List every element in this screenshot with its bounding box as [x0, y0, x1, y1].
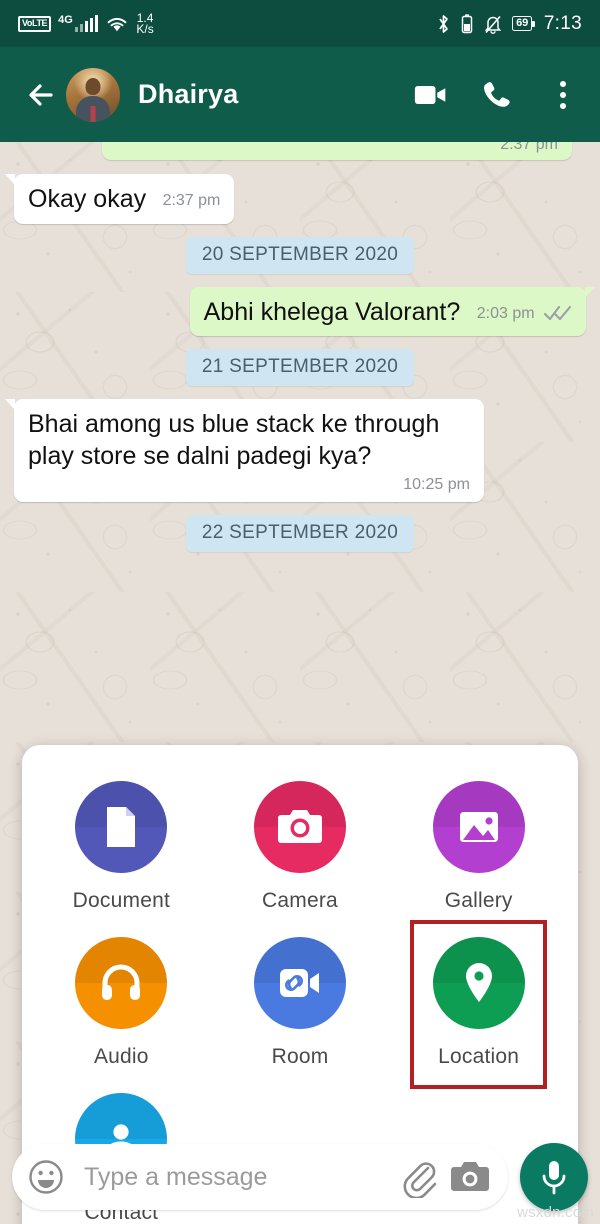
attachment-label: Room — [271, 1045, 329, 1068]
double-check-icon — [544, 305, 572, 320]
message-text: Abhi khelega Valorant? — [203, 297, 461, 326]
camera-shortcut-icon[interactable] — [450, 1159, 490, 1195]
phone-icon — [483, 81, 510, 107]
video-camera-icon — [414, 85, 446, 104]
message-time: 2:03 pm — [476, 304, 535, 322]
avatar-head — [85, 78, 101, 96]
signal-bars-icon: 4G — [58, 14, 99, 32]
date-chip: 21 SEPTEMBER 2020 — [185, 349, 415, 386]
emoji-icon[interactable] — [26, 1157, 66, 1197]
status-bar-clock: 7:13 — [543, 12, 582, 34]
message-meta: 2:03 pm — [476, 304, 572, 324]
more-options-button[interactable] — [546, 78, 580, 112]
attachment-option-document[interactable]: Document — [32, 767, 211, 923]
message-meta: 10:25 pm — [28, 476, 470, 494]
date-chip: 22 SEPTEMBER 2020 — [185, 515, 415, 552]
wifi-icon — [107, 17, 127, 31]
attachment-label: Audio — [93, 1045, 149, 1068]
status-bar-right: 69 7:13 — [436, 13, 582, 35]
battery-icon: 69 — [512, 15, 535, 32]
message-bubble-outgoing[interactable]: Abhi khelega Valorant? 2:03 pm — [189, 286, 595, 336]
message-text: Okay okay — [28, 185, 147, 213]
attachment-option-camera[interactable]: Camera — [211, 767, 390, 923]
kebab-menu-icon — [559, 80, 567, 109]
app-bar-actions — [414, 78, 580, 112]
attachment-option-location[interactable]: Location — [389, 920, 568, 1089]
app-bar: Dhairya — [0, 47, 600, 142]
message-bubble-incoming[interactable]: Bhai among us blue stack ke through play… — [5, 399, 484, 502]
watermark: wsxdn.com — [517, 1204, 594, 1221]
attach-paperclip-icon[interactable] — [398, 1156, 440, 1198]
attachment-label: Document — [72, 889, 170, 912]
message-bubble-incoming[interactable]: Okay okay 2:37 pm — [5, 174, 235, 224]
network-speed-unit: K/s — [136, 21, 154, 36]
message-time: 2:37 pm — [500, 142, 558, 153]
bubble-tail — [585, 286, 595, 298]
message-row: Abhi khelega Valorant? 2:03 pm — [14, 286, 595, 336]
room-video-link-icon — [253, 937, 346, 1029]
bubble-tail — [5, 399, 15, 410]
voice-message-button[interactable] — [520, 1143, 588, 1211]
message-time: 10:25 pm — [403, 476, 470, 493]
avatar-tie — [90, 105, 96, 122]
message-bubble-partial[interactable]: 2:37 pm — [102, 142, 572, 160]
attachment-option-gallery[interactable]: Gallery — [389, 767, 568, 923]
battery-percent-label: 69 — [512, 15, 533, 32]
message-input-placeholder[interactable]: Type a message — [84, 1163, 388, 1192]
microphone-icon — [542, 1161, 566, 1195]
attachment-label: Location — [438, 1045, 520, 1068]
message-list: 2:37 pm Okay okay 2:37 pm 20 SEPTEMBER 2… — [0, 142, 600, 552]
message-input-bar: Type a message — [0, 1140, 600, 1224]
network-type-label: 4G — [58, 14, 73, 26]
headphones-icon — [75, 937, 168, 1029]
location-pin-icon — [432, 937, 525, 1029]
message-meta: 2:37 pm — [162, 192, 221, 211]
message-text: Bhai among us blue stack ke through play… — [28, 410, 440, 470]
date-chip: 20 SEPTEMBER 2020 — [185, 236, 415, 274]
video-call-button[interactable] — [414, 78, 448, 112]
message-row: Okay okay 2:37 pm — [5, 174, 586, 224]
contact-name[interactable]: Dhairya — [138, 79, 238, 110]
signal-bar-group — [74, 15, 99, 32]
avatar[interactable] — [66, 67, 120, 122]
date-divider-row: 22 SEPTEMBER 2020 — [14, 515, 586, 552]
attachment-label: Camera — [262, 889, 338, 912]
battery-saver-icon — [461, 13, 473, 33]
mute-bell-icon — [484, 15, 502, 34]
status-bar-left: VoLTE 4G 1.4 K/s — [18, 12, 154, 36]
battery-nub — [532, 20, 535, 27]
date-divider-row: 20 SEPTEMBER 2020 — [14, 236, 586, 274]
status-bar: VoLTE 4G 1.4 K/s 69 7:13 — [0, 0, 600, 47]
camera-icon — [253, 781, 346, 873]
attachment-label: Gallery — [444, 889, 513, 912]
message-time: 2:37 pm — [162, 192, 221, 209]
voice-call-button[interactable] — [480, 78, 514, 112]
message-row: Bhai among us blue stack ke through play… — [5, 399, 586, 502]
chat-area[interactable]: 2:37 pm Okay okay 2:37 pm 20 SEPTEMBER 2… — [0, 142, 600, 1224]
date-divider-row: 21 SEPTEMBER 2020 — [14, 349, 586, 386]
network-speed-indicator: 1.4 K/s — [136, 12, 154, 36]
attachment-option-audio[interactable]: Audio — [32, 923, 211, 1079]
attachment-option-room[interactable]: Room — [211, 923, 390, 1079]
volte-icon: VoLTE — [18, 15, 52, 32]
bubble-tail — [5, 174, 15, 185]
message-input-pill[interactable]: Type a message — [12, 1144, 508, 1210]
back-button[interactable] — [20, 74, 62, 116]
document-icon — [75, 781, 168, 873]
whatsapp-chat-screen: VoLTE 4G 1.4 K/s 69 7:13 Dhairya 2:37 pm… — [0, 0, 600, 1224]
gallery-icon — [432, 781, 525, 873]
bluetooth-icon — [439, 14, 448, 33]
